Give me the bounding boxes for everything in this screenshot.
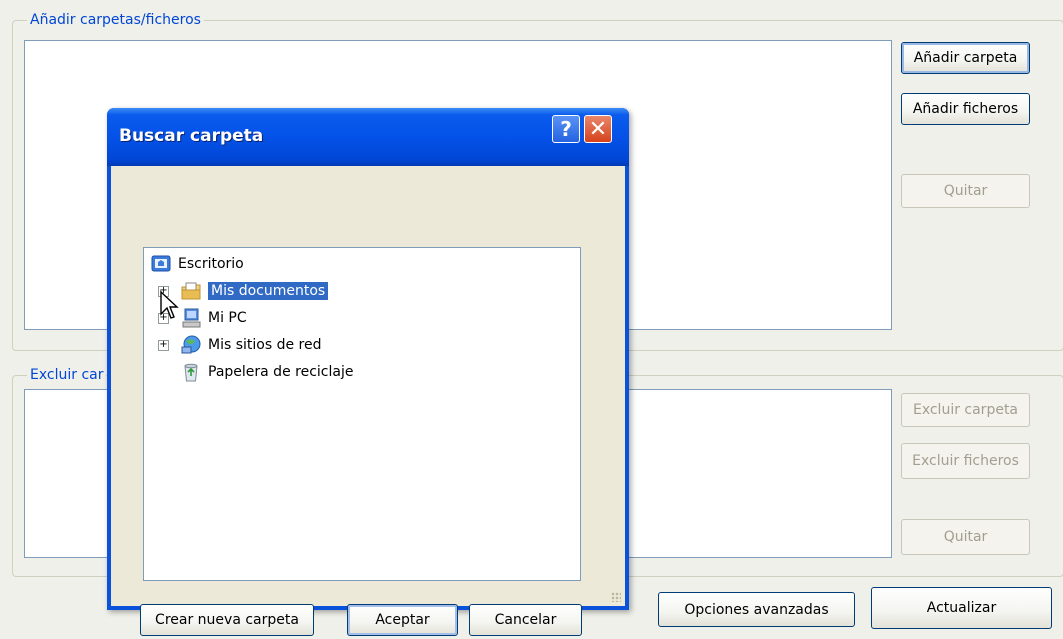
my-computer-icon	[180, 307, 202, 329]
close-icon: ✕	[588, 116, 608, 142]
exclude-group-label: Excluir car	[27, 367, 107, 383]
tree-item-label: Mis documentos	[208, 282, 329, 300]
tree-item-escritorio[interactable]: Escritorio	[150, 253, 244, 275]
add-folder-button[interactable]: Añadir carpeta	[901, 42, 1030, 74]
close-button[interactable]: ✕	[584, 115, 612, 143]
advanced-options-button[interactable]: Opciones avanzadas	[658, 592, 855, 627]
create-new-folder-button[interactable]: Crear nueva carpeta	[140, 604, 314, 636]
tree-item-mi-pc[interactable]: Mi PC	[180, 307, 247, 329]
tree-item-label: Escritorio	[178, 256, 244, 272]
exclude-folder-button[interactable]: Excluir carpeta	[901, 393, 1030, 427]
tree-item-papelera[interactable]: Papelera de reciclaje	[180, 361, 353, 383]
my-documents-icon	[180, 280, 202, 302]
cancel-button[interactable]: Cancelar	[469, 604, 582, 636]
update-button[interactable]: Actualizar	[871, 587, 1052, 629]
remove-added-button[interactable]: Quitar	[901, 174, 1030, 208]
remove-excluded-button[interactable]: Quitar	[901, 519, 1030, 555]
resize-grip[interactable]	[611, 592, 621, 602]
help-button[interactable]: ?	[552, 115, 580, 143]
desktop-icon	[150, 253, 172, 275]
tree-item-label: Mi PC	[208, 310, 247, 326]
help-icon: ?	[560, 117, 572, 141]
mouse-cursor-icon	[160, 290, 179, 319]
dialog-title: Buscar carpeta	[119, 126, 264, 146]
ok-button[interactable]: Aceptar	[347, 604, 458, 636]
tree-item-mis-documentos[interactable]: Mis documentos	[180, 280, 329, 302]
recycle-bin-icon	[180, 361, 202, 383]
add-files-button[interactable]: Añadir ficheros	[901, 93, 1030, 125]
exclude-files-button[interactable]: Excluir ficheros	[901, 443, 1030, 479]
tree-item-label: Mis sitios de red	[208, 337, 322, 353]
dialog-client-area: Escritorio + Mis documentos + Mi PC + Mi…	[111, 166, 625, 636]
dialog-title-bar[interactable]: Buscar carpeta ? ✕	[107, 108, 629, 166]
expand-mis-sitios-button[interactable]: +	[158, 340, 169, 351]
tree-item-mis-sitios-de-red[interactable]: Mis sitios de red	[180, 334, 321, 356]
network-places-icon	[180, 334, 202, 356]
tree-item-label: Papelera de reciclaje	[208, 364, 354, 380]
browse-folder-dialog: Buscar carpeta ? ✕ Escritorio + Mis docu…	[107, 108, 629, 636]
add-group-label: Añadir carpetas/ficheros	[27, 12, 204, 28]
folder-tree[interactable]: Escritorio + Mis documentos + Mi PC + Mi…	[143, 247, 581, 581]
